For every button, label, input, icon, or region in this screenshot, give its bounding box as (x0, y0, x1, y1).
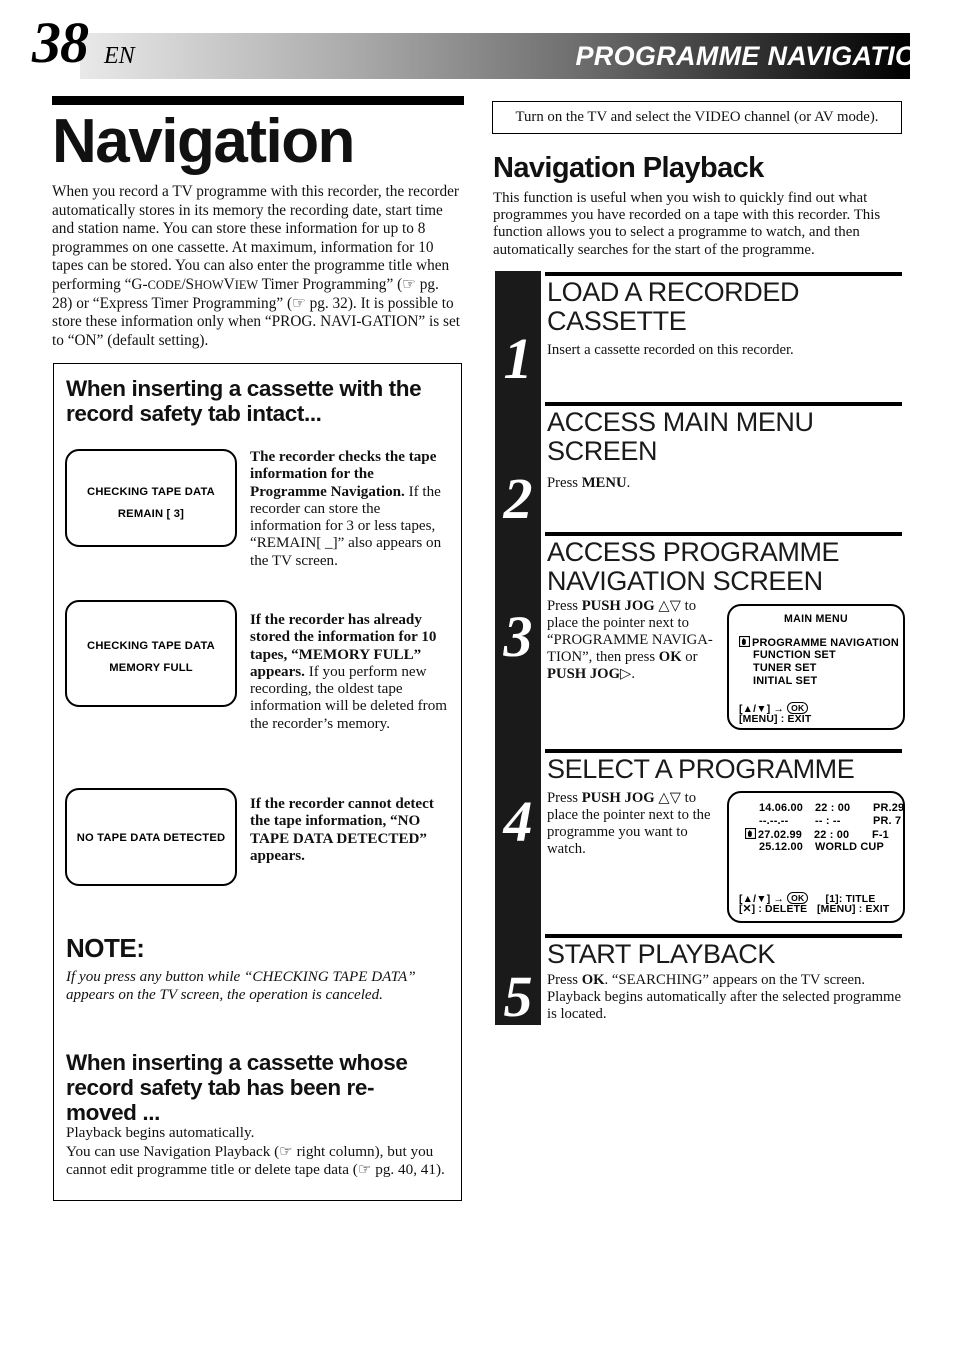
pointing-hand-icon: ☞ (292, 294, 306, 312)
page-language-code: EN (104, 43, 135, 69)
row-title: WORLD CUP (815, 841, 884, 853)
step-title-2: ACCESS MAIN MENU SCREEN (547, 407, 814, 466)
ok-button-glyph: OK (787, 702, 809, 714)
step-rule (545, 934, 902, 938)
button-name-ok: OK (658, 649, 682, 665)
osd-text-line: CHECKING TAPE DATA (87, 486, 215, 498)
small-caps: CODE (147, 277, 182, 292)
table-row-selected[interactable]: 27.02.99 22 : 00 F-1 (745, 828, 889, 842)
note-body: If you press any button while “CHECKING … (66, 969, 416, 1003)
step-number-1: 1 (503, 326, 533, 391)
osd-menu-item-function-set[interactable]: FUNCTION SET (753, 649, 836, 662)
row-date: 14.06.00 (759, 802, 803, 814)
button-name-ok: OK (581, 972, 605, 988)
osd-footer-hint-line-2: [✕] : DELETE [MENU] : EXIT (739, 904, 889, 916)
step-number-2: 2 (503, 466, 533, 531)
section-heading-tab-intact: When inserting a cassette with the recor… (66, 376, 422, 426)
small-caps: HOW (194, 277, 224, 292)
button-name-push-jog: PUSH JOG (581, 598, 655, 614)
row-time: 22 : 00 (815, 802, 851, 814)
cassette-cases-box: When inserting a cassette with the recor… (53, 363, 462, 1201)
step-number-5: 5 (503, 964, 533, 1029)
table-row[interactable]: 14.06.00 22 : 00 PR.29 (759, 802, 904, 815)
pointing-hand-icon: ☞ (279, 1142, 293, 1160)
osd-footer-delete-hint: [✕] : DELETE (739, 904, 808, 915)
pointing-hand-icon (739, 636, 751, 648)
ok-button-glyph: OK (787, 892, 809, 904)
row-channel: PR.29 (873, 802, 905, 814)
step-body-2: Press MENU. (547, 475, 631, 491)
step-rule (545, 272, 902, 276)
case-description: The recorder checks the tape information… (250, 449, 452, 570)
osd-main-menu-screen: MAIN MENU PROGRAMME NAVIGATION FUNCTION … (727, 604, 905, 730)
step-title-1: LOAD A RECORDED CASSETTE (547, 277, 800, 336)
section-title-navigation-playback: Navigation Playback (493, 152, 764, 184)
row-date: 25.12.00 (759, 841, 803, 853)
step-rule (545, 532, 902, 536)
step-number-3: 3 (503, 604, 533, 669)
step-title-3: ACCESS PROGRAMME NAVIGATION SCREEN (547, 537, 840, 596)
button-name-push-jog: PUSH JOG (581, 790, 655, 806)
title-rule (52, 96, 464, 105)
osd-footer-exit-hint: [MENU] : EXIT (817, 904, 890, 915)
step-body-4: Press PUSH JOG △▽ to place the pointer n… (547, 790, 711, 857)
osd-programme-list-screen: 14.06.00 22 : 00 PR.29 --.--.-- -- : -- PR. … (727, 791, 905, 923)
button-name-menu: MENU (581, 475, 627, 491)
case-description: If the recorder has already stored the i… (250, 612, 452, 733)
intro-paragraph: When you record a TV programme with this… (52, 183, 460, 349)
page-number: 38 (32, 10, 89, 75)
small-caps: IEW (234, 277, 259, 292)
osd-main-menu-title: MAIN MENU (784, 613, 848, 625)
page-title: Navigation (52, 107, 355, 176)
table-row[interactable]: --.--.-- -- : -- PR. 7 (759, 815, 901, 828)
tv-screen-memory-full: CHECKING TAPE DATA MEMORY FULL (65, 600, 237, 707)
step-number-4: 4 (503, 789, 533, 854)
osd-text-line: NO TAPE DATA DETECTED (76, 832, 226, 844)
row-date: 27.02.99 (758, 829, 802, 841)
pointing-hand-icon (745, 828, 757, 840)
section-intro: This function is useful when you wish to… (493, 190, 881, 258)
step-rule (545, 402, 902, 406)
page-header: 38 EN PROGRAMME NAVIGATION (0, 0, 954, 90)
step-title-5: START PLAYBACK (547, 939, 775, 969)
tv-screen-no-tape-data: NO TAPE DATA DETECTED (65, 788, 237, 886)
pointing-hand-icon: ☞ (402, 275, 416, 293)
step-rule (545, 749, 902, 753)
case-description-bold: If the recorder cannot detect the tape i… (250, 796, 434, 864)
osd-menu-item-label: PROGRAMME NAVIGATION (752, 637, 899, 649)
row-time: -- : -- (815, 815, 841, 827)
tv-setup-note-text: Turn on the TV and select the VIDEO chan… (515, 109, 879, 125)
row-time: 22 : 00 (814, 829, 850, 841)
osd-text-line: CHECKING TAPE DATA (87, 640, 215, 652)
step-title-4: SELECT A PROGRAMME (547, 754, 855, 784)
left-column: Navigation When you record a TV programm… (52, 96, 464, 350)
osd-text-line: MEMORY FULL (109, 662, 193, 674)
osd-menu-item-tuner-set[interactable]: TUNER SET (753, 662, 817, 675)
pointing-hand-icon: ☞ (357, 1161, 372, 1179)
step-body-5: Press OK. “SEARCHING” appears on the TV … (547, 972, 901, 1022)
tab-removed-body: Playback begins automatically. You can us… (66, 1124, 445, 1179)
row-date: --.--.-- (759, 815, 789, 827)
case-description: If the recorder cannot detect the tape i… (250, 796, 450, 865)
osd-menu-item-initial-set[interactable]: INITIAL SET (753, 675, 817, 688)
button-name-push-jog: PUSH JOG (547, 666, 621, 682)
step-body-1: Insert a cassette recorded on this recor… (547, 342, 794, 358)
note-heading: NOTE: (66, 933, 145, 963)
section-heading-tab-removed: When inserting a cassette whose record sa… (66, 1050, 408, 1125)
tv-setup-note-box: Turn on the TV and select the VIDEO chan… (492, 101, 902, 134)
step-body-3: Press PUSH JOG △▽ to place the pointer n… (547, 598, 713, 682)
row-channel: F-1 (872, 829, 889, 841)
osd-text-line: REMAIN [ 3] (117, 508, 185, 520)
tv-screen-checking-remain: CHECKING TAPE DATA REMAIN [ 3] (65, 449, 237, 547)
osd-footer-hint-line-2: [MENU] : EXIT (739, 714, 812, 725)
osd-menu-item-programme-navigation[interactable]: PROGRAMME NAVIGATION (739, 636, 899, 650)
header-title: PROGRAMME NAVIGATION (575, 41, 936, 71)
table-row[interactable]: 25.12.00 WORLD CUP (759, 841, 884, 854)
row-channel: PR. 7 (873, 815, 902, 827)
